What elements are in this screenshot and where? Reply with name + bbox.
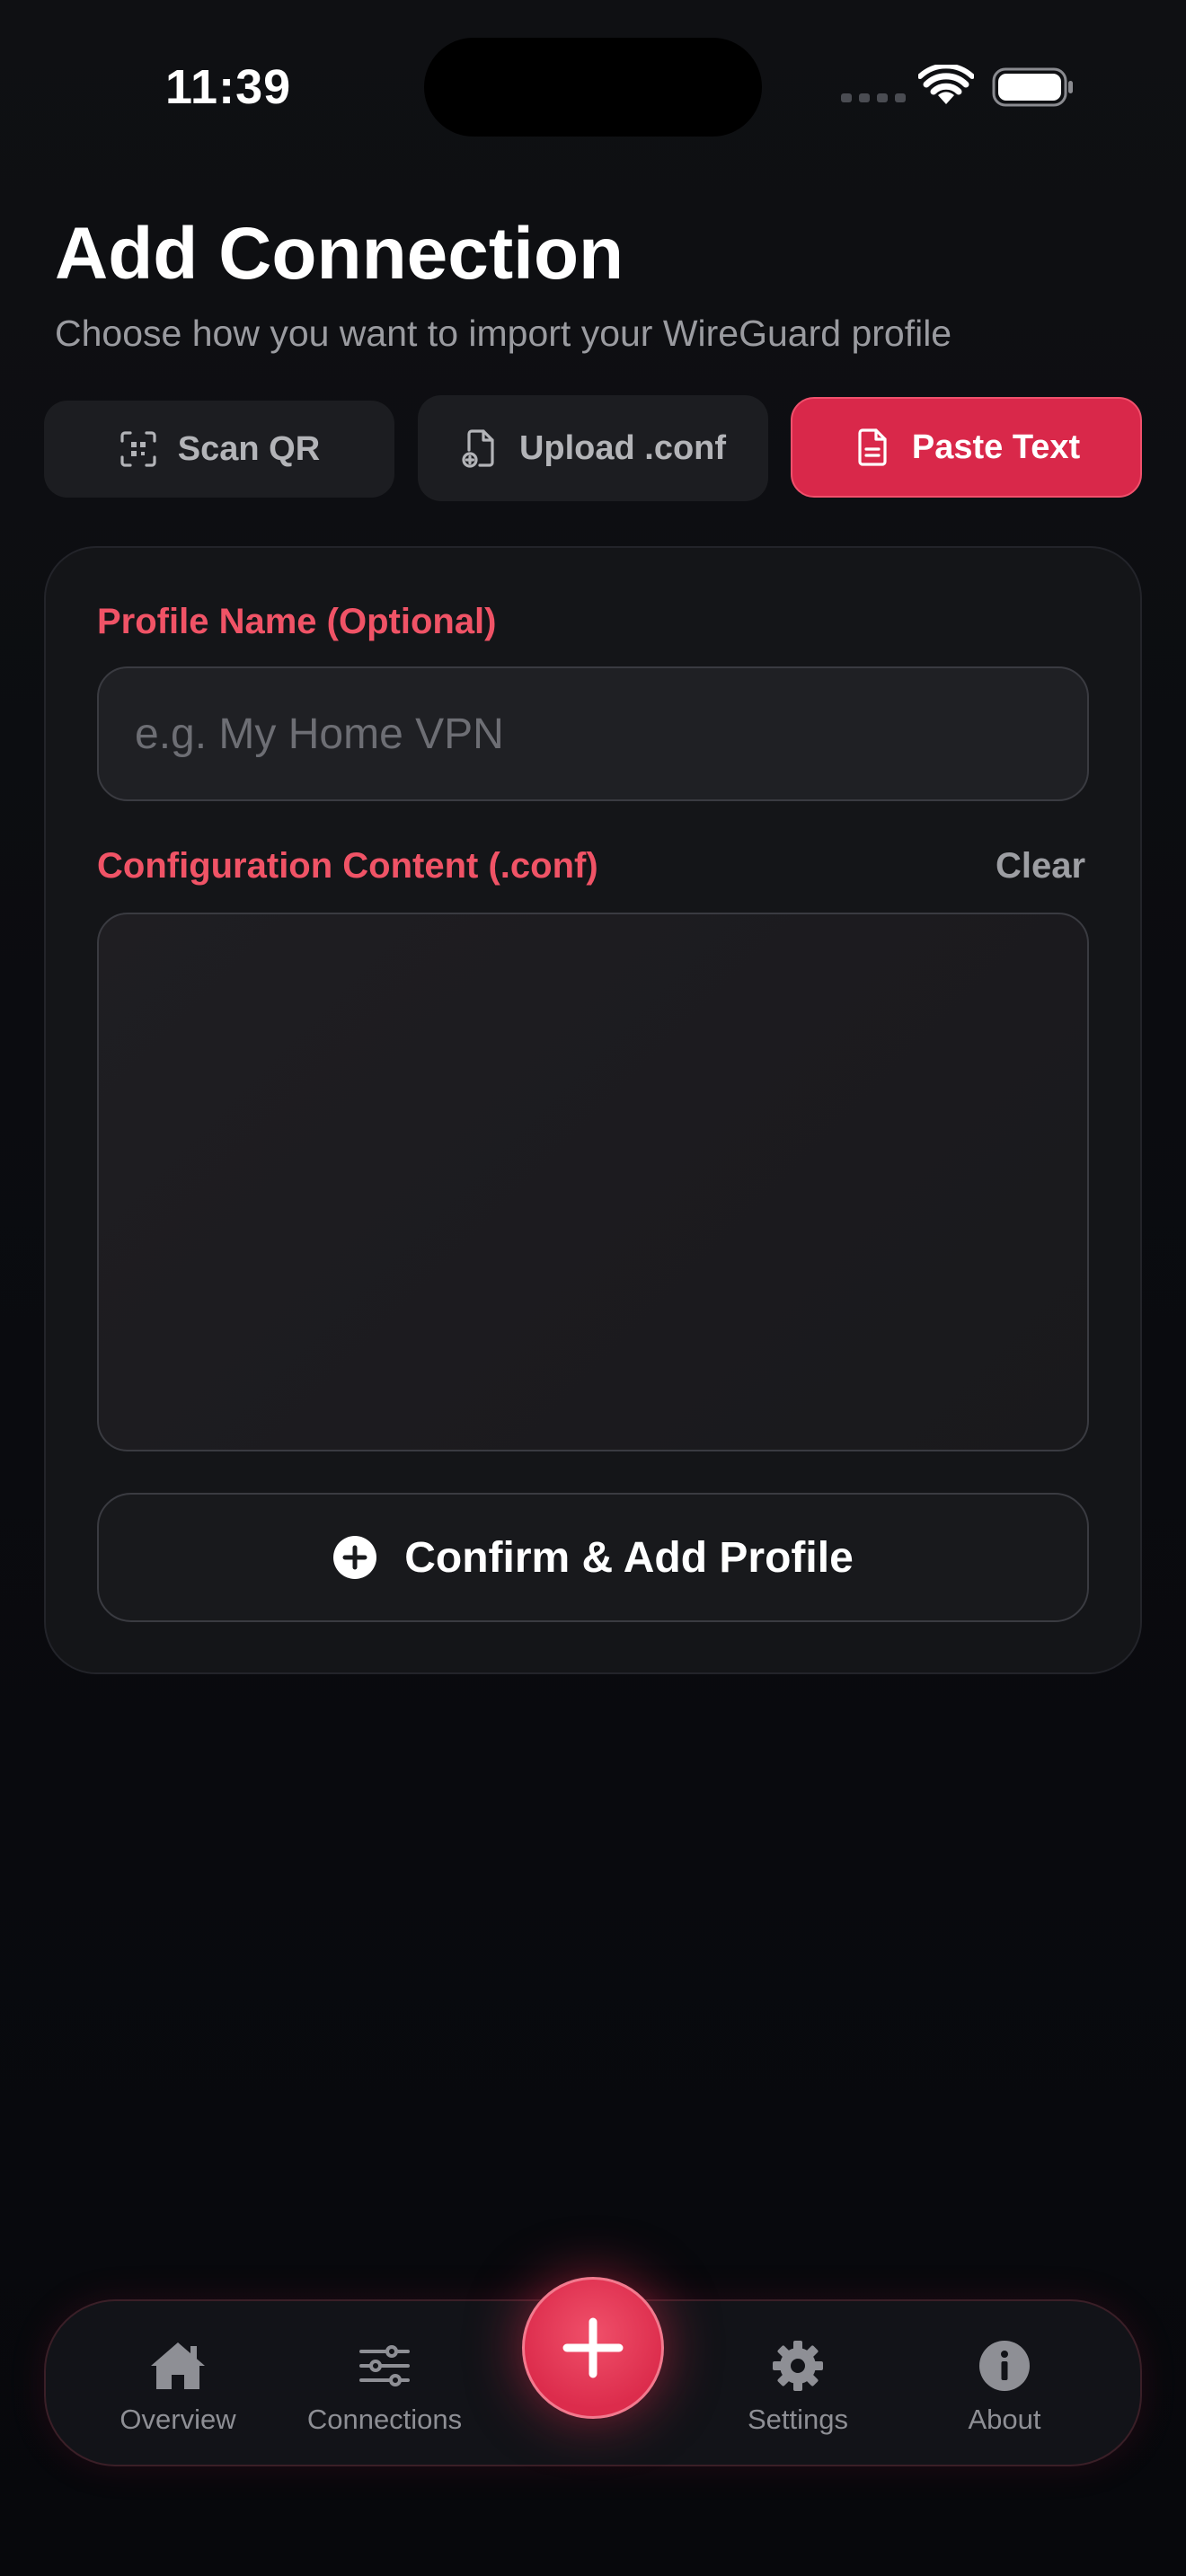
nav-item-about-label: About bbox=[968, 2404, 1041, 2435]
confirm-add-profile-button[interactable]: Confirm & Add Profile bbox=[97, 1493, 1089, 1622]
nav-item-connections-label: Connections bbox=[306, 2404, 463, 2435]
confirm-add-profile-label: Confirm & Add Profile bbox=[404, 1533, 854, 1582]
nav-item-about[interactable]: About bbox=[910, 2335, 1099, 2436]
plus-circle-icon bbox=[333, 1536, 377, 1579]
nav-item-settings-label: Settings bbox=[747, 2404, 848, 2435]
add-connection-fab[interactable] bbox=[522, 2277, 664, 2419]
plus-icon bbox=[562, 2317, 624, 2378]
document-icon bbox=[858, 428, 887, 466]
profile-name-input[interactable]: e.g. My Home VPN bbox=[97, 666, 1089, 801]
cellular-signal-icon bbox=[841, 93, 906, 102]
wifi-icon bbox=[918, 65, 974, 104]
config-content-label: Configuration Content (.conf) bbox=[97, 846, 598, 886]
nav-item-connections[interactable]: Connections bbox=[290, 2335, 479, 2436]
profile-name-label: Profile Name (Optional) bbox=[97, 602, 497, 641]
tab-paste-text[interactable]: Paste Text bbox=[791, 397, 1142, 498]
page-title: Add Connection bbox=[55, 213, 624, 295]
tab-scan-qr-label: Scan QR bbox=[177, 429, 321, 468]
tab-upload-conf-label: Upload .conf bbox=[518, 428, 727, 467]
sliders-icon bbox=[359, 2345, 410, 2386]
tab-paste-text-label: Paste Text bbox=[911, 428, 1081, 466]
page-subtitle: Choose how you want to import your WireG… bbox=[55, 313, 952, 354]
dynamic-island bbox=[424, 38, 762, 137]
file-upload-icon bbox=[462, 429, 494, 468]
status-time: 11:39 bbox=[165, 60, 292, 114]
tab-scan-qr[interactable]: Scan QR bbox=[44, 401, 394, 498]
home-icon bbox=[151, 2342, 205, 2389]
qr-scan-icon bbox=[120, 431, 156, 467]
nav-item-overview-label: Overview bbox=[119, 2404, 236, 2435]
battery-icon bbox=[992, 67, 1073, 107]
nav-item-overview[interactable]: Overview bbox=[84, 2335, 272, 2436]
nav-item-settings[interactable]: Settings bbox=[704, 2335, 892, 2436]
config-content-textarea[interactable] bbox=[97, 913, 1089, 1451]
clear-button[interactable]: Clear bbox=[996, 846, 1085, 887]
gear-icon bbox=[773, 2341, 823, 2391]
info-icon bbox=[979, 2341, 1030, 2391]
tab-upload-conf[interactable]: Upload .conf bbox=[418, 395, 768, 501]
